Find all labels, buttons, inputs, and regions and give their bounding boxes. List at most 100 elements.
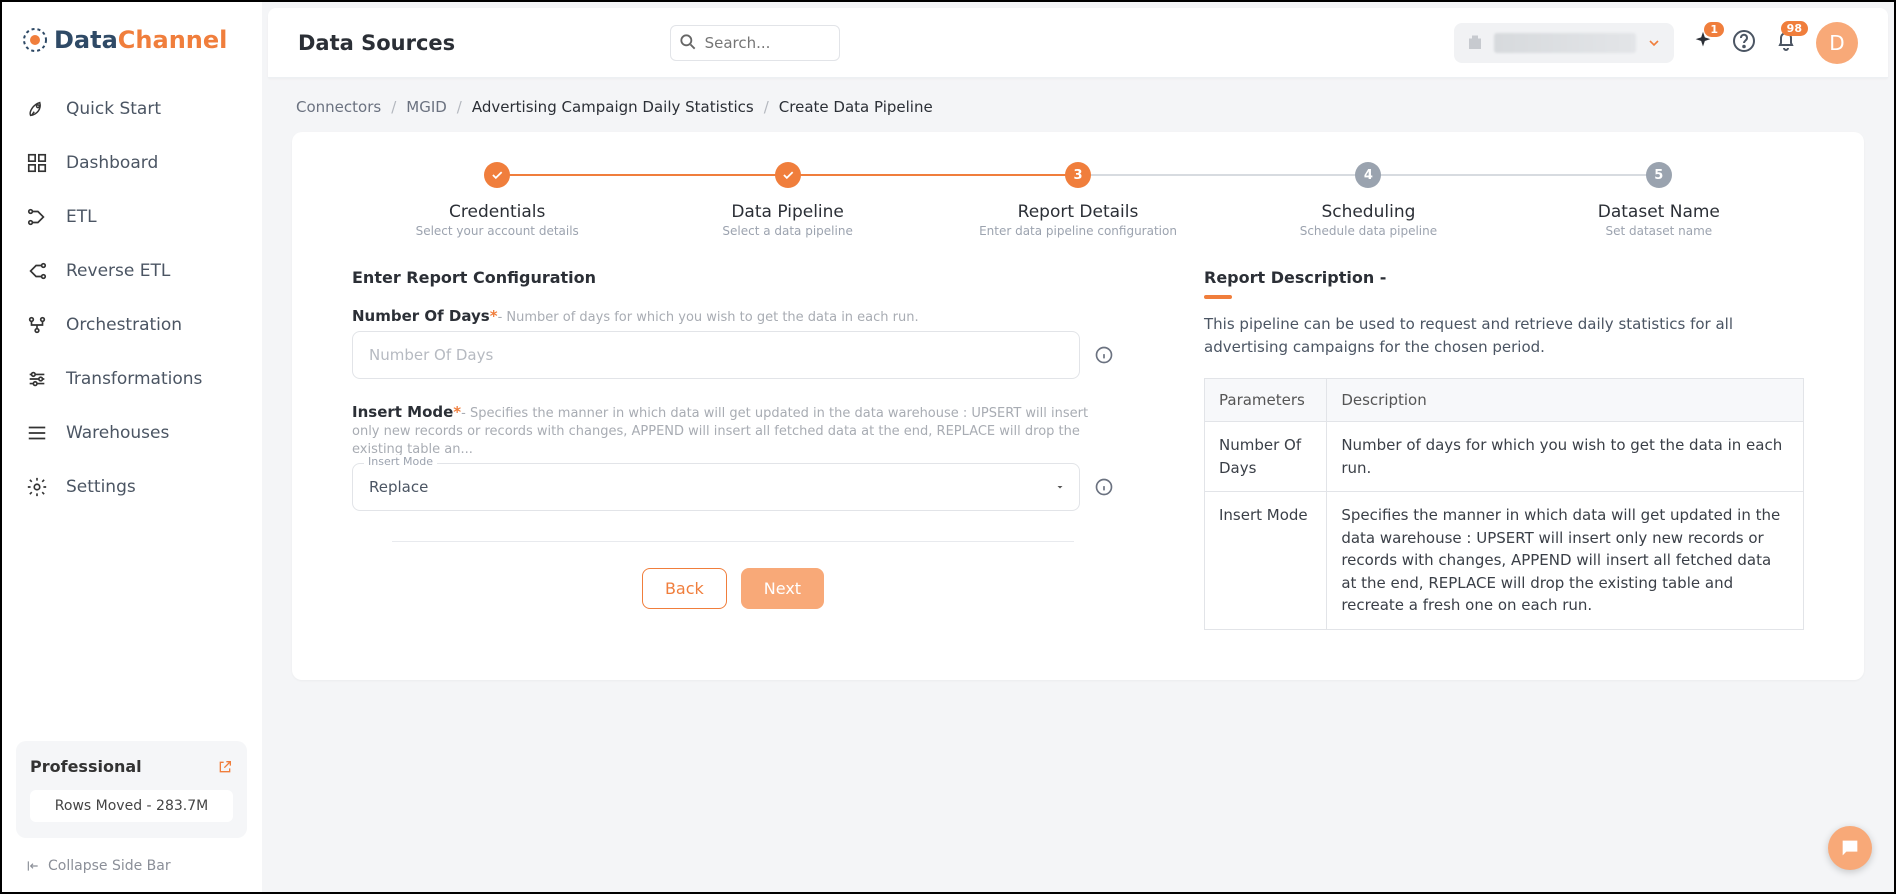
external-link-icon[interactable] xyxy=(217,759,233,775)
param-name: Insert Mode xyxy=(1205,492,1327,630)
stepper: Credentials Select your account details … xyxy=(352,162,1804,238)
etl-icon xyxy=(26,206,48,228)
step-subtitle: Enter data pipeline configuration xyxy=(979,224,1177,238)
step-title: Scheduling xyxy=(1321,202,1415,222)
plan-name: Professional xyxy=(30,757,142,776)
topbar: Data Sources 1 98 D xyxy=(268,8,1888,78)
step-circle: 3 xyxy=(1065,162,1091,188)
breadcrumb-item[interactable]: Create Data Pipeline xyxy=(779,98,933,116)
sidebar-item-label: ETL xyxy=(66,207,97,227)
search-icon xyxy=(678,32,698,52)
plan-rows-moved: Rows Moved - 283.7M xyxy=(30,790,233,822)
sidebar-item-label: Settings xyxy=(66,477,136,497)
sidebar-item-label: Quick Start xyxy=(66,99,161,119)
info-icon[interactable] xyxy=(1094,345,1114,365)
step-circle xyxy=(484,162,510,188)
user-avatar[interactable]: D xyxy=(1816,22,1858,64)
select-floating-label: Insert Mode xyxy=(364,455,437,468)
step-subtitle: Set dataset name xyxy=(1605,224,1712,238)
days-label: Number Of Days*- Number of days for whic… xyxy=(352,307,1114,325)
collapse-icon xyxy=(26,859,40,873)
info-icon[interactable] xyxy=(1094,477,1114,497)
sidebar-item-label: Orchestration xyxy=(66,315,182,335)
ai-badge: 1 xyxy=(1704,22,1724,37)
description-text: This pipeline can be used to request and… xyxy=(1204,313,1804,358)
step-subtitle: Schedule data pipeline xyxy=(1300,224,1437,238)
notifications-button[interactable]: 98 xyxy=(1774,29,1798,57)
brand-text: DataChannel xyxy=(54,26,227,54)
orchestration-icon xyxy=(26,314,48,336)
step-title: Dataset Name xyxy=(1598,202,1720,222)
step-title: Report Details xyxy=(1018,202,1139,222)
ai-sparkle-button[interactable]: 1 xyxy=(1692,30,1714,56)
section-title: Enter Report Configuration xyxy=(352,268,1114,287)
plan-card: Professional Rows Moved - 283.7M xyxy=(16,741,247,838)
sidebar-item-etl[interactable]: ETL xyxy=(16,192,247,242)
org-dropdown[interactable] xyxy=(1454,23,1674,63)
help-button[interactable] xyxy=(1732,29,1756,57)
title-underline xyxy=(1204,295,1232,299)
table-row: Insert Mode Specifies the manner in whic… xyxy=(1205,492,1804,630)
sidebar-item-label: Warehouses xyxy=(66,423,169,443)
brand-mark-icon xyxy=(22,27,48,53)
table-header: Parameters xyxy=(1205,379,1327,422)
sidebar-item-warehouses[interactable]: Warehouses xyxy=(16,408,247,458)
parameters-table: Parameters Description Number Of Days Nu… xyxy=(1204,378,1804,630)
step-circle: 5 xyxy=(1646,162,1672,188)
search xyxy=(670,25,840,61)
param-desc: Number of days for which you wish to get… xyxy=(1327,422,1804,492)
collapse-label: Collapse Side Bar xyxy=(48,858,171,874)
bell-badge: 98 xyxy=(1781,21,1808,36)
transformations-icon xyxy=(26,368,48,390)
breadcrumb-item[interactable]: Advertising Campaign Daily Statistics xyxy=(472,98,754,116)
param-name: Number Of Days xyxy=(1205,422,1327,492)
breadcrumb-item[interactable]: Connectors xyxy=(296,98,381,116)
gear-icon xyxy=(26,476,48,498)
step-credentials[interactable]: Credentials Select your account details xyxy=(352,162,642,238)
content-card: Credentials Select your account details … xyxy=(292,132,1864,680)
breadcrumb: Connectors/ MGID/ Advertising Campaign D… xyxy=(262,78,1894,132)
description-title: Report Description - xyxy=(1204,268,1804,287)
sidebar-item-label: Transformations xyxy=(66,369,202,389)
collapse-sidebar[interactable]: Collapse Side Bar xyxy=(16,852,247,880)
step-subtitle: Select a data pipeline xyxy=(722,224,852,238)
step-circle xyxy=(775,162,801,188)
step-title: Credentials xyxy=(449,202,545,222)
chat-icon xyxy=(1839,837,1861,859)
brand-logo[interactable]: DataChannel xyxy=(16,20,247,74)
org-name-blurred xyxy=(1494,33,1636,53)
step-title: Data Pipeline xyxy=(731,202,844,222)
sidebar-item-orchestration[interactable]: Orchestration xyxy=(16,300,247,350)
chevron-down-icon xyxy=(1646,35,1662,51)
breadcrumb-item[interactable]: MGID xyxy=(406,98,447,116)
divider xyxy=(392,541,1074,542)
insert-mode-select[interactable]: Replace xyxy=(352,463,1080,511)
sidebar: DataChannel Quick Start Dashboard ETL Re… xyxy=(2,2,262,892)
insert-label: Insert Mode*- Specifies the manner in wh… xyxy=(352,403,1114,457)
chat-button[interactable] xyxy=(1828,826,1872,870)
sidebar-nav: Quick Start Dashboard ETL Reverse ETL Or… xyxy=(16,84,247,512)
back-button[interactable]: Back xyxy=(642,568,727,609)
next-button[interactable]: Next xyxy=(741,568,824,609)
table-row: Number Of Days Number of days for which … xyxy=(1205,422,1804,492)
form-section: Enter Report Configuration Number Of Day… xyxy=(352,268,1114,630)
reverse-etl-icon xyxy=(26,260,48,282)
check-icon xyxy=(781,168,795,182)
warehouse-icon xyxy=(26,422,48,444)
sidebar-item-transformations[interactable]: Transformations xyxy=(16,354,247,404)
sidebar-item-quick-start[interactable]: Quick Start xyxy=(16,84,247,134)
page-title: Data Sources xyxy=(298,31,455,55)
number-of-days-input[interactable] xyxy=(352,331,1080,379)
check-icon xyxy=(490,168,504,182)
step-circle: 4 xyxy=(1355,162,1381,188)
rocket-icon xyxy=(26,98,48,120)
sidebar-item-reverse-etl[interactable]: Reverse ETL xyxy=(16,246,247,296)
step-subtitle: Select your account details xyxy=(416,224,579,238)
help-icon xyxy=(1732,29,1756,53)
param-desc: Specifies the manner in which data will … xyxy=(1327,492,1804,630)
main: Data Sources 1 98 D Con xyxy=(262,2,1894,892)
grid-icon xyxy=(26,152,48,174)
sidebar-item-dashboard[interactable]: Dashboard xyxy=(16,138,247,188)
sidebar-item-settings[interactable]: Settings xyxy=(16,462,247,512)
sidebar-item-label: Dashboard xyxy=(66,153,158,173)
